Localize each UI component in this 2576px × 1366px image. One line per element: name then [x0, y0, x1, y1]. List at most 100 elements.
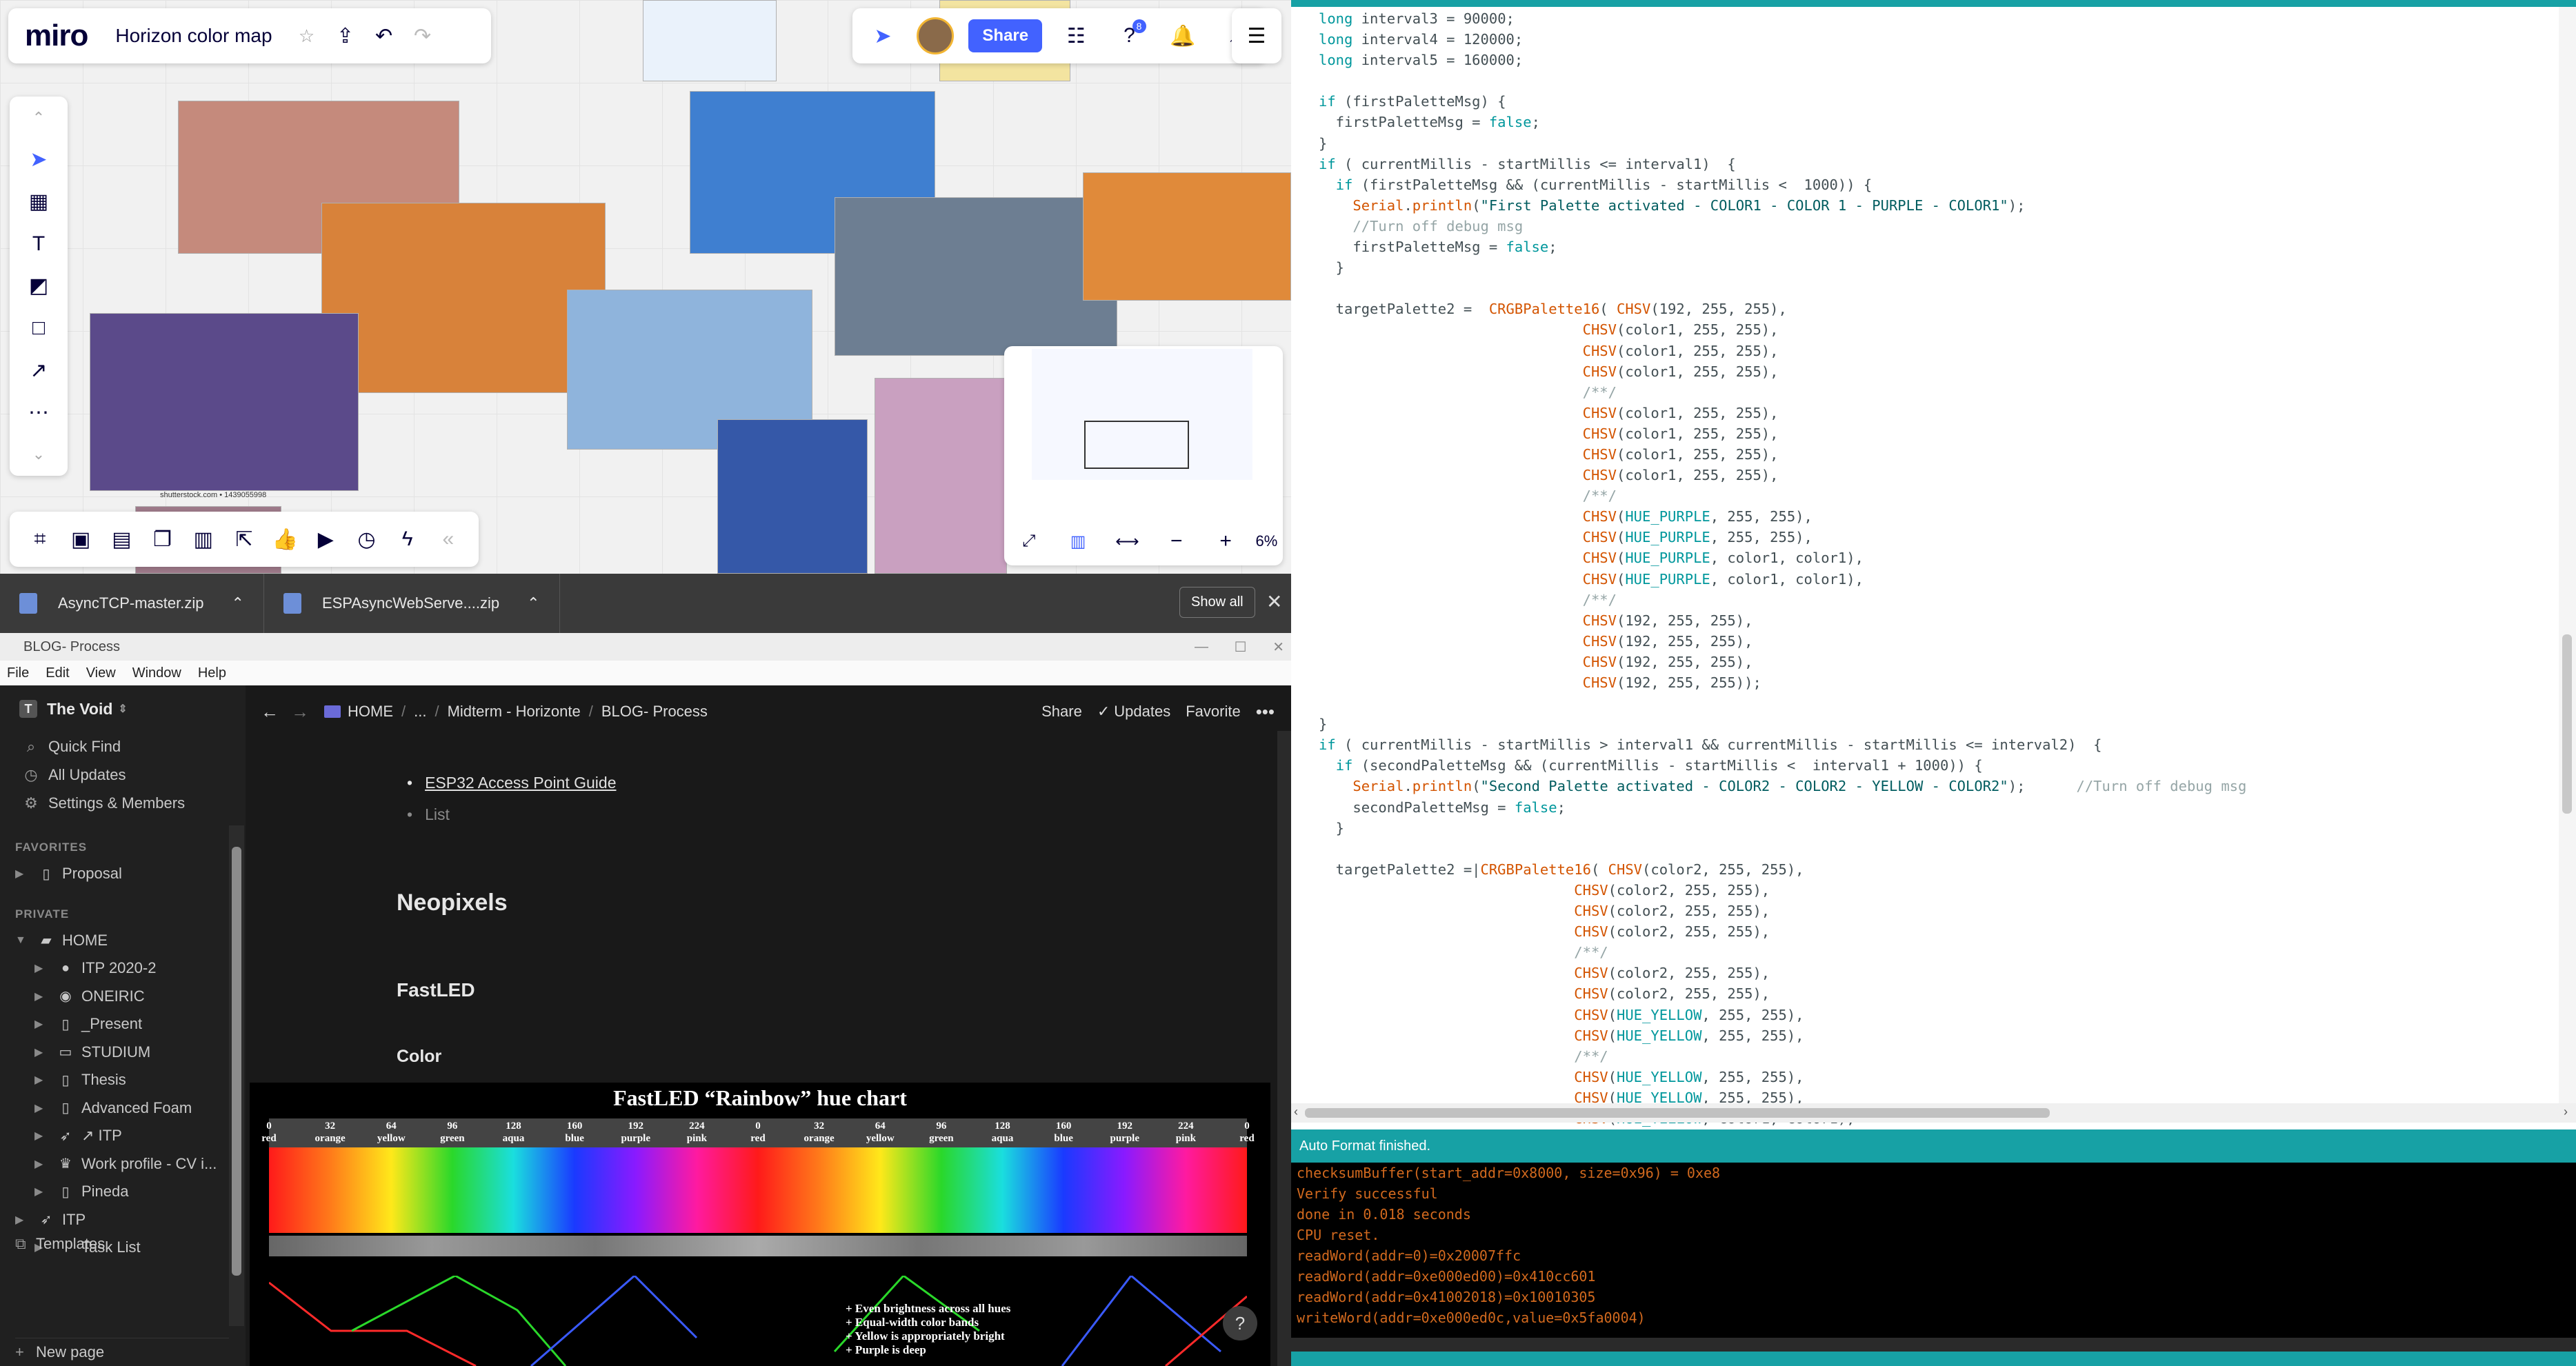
presentation-icon[interactable]: ▣	[61, 520, 100, 559]
cards-icon[interactable]: ❐	[143, 520, 182, 559]
favorite-button[interactable]: Favorite	[1186, 703, 1240, 721]
chevron-up-icon[interactable]: ⌃	[527, 594, 539, 612]
bell-icon[interactable]: 🔔	[1164, 17, 1202, 55]
collapse-up-icon[interactable]: ⌃	[19, 99, 58, 137]
breadcrumb-item[interactable]: BLOG- Process	[601, 703, 708, 721]
thumbs-up-icon[interactable]: 👍	[266, 520, 304, 559]
console-scrollbar[interactable]	[1291, 1338, 2576, 1352]
video-icon[interactable]: ▶	[306, 520, 345, 559]
sidebar-item-present[interactable]: ▶ ▯ _Present	[0, 1010, 246, 1038]
zoom-out-icon[interactable]: −	[1157, 522, 1196, 561]
comment-icon[interactable]: ▤	[102, 520, 141, 559]
board-image[interactable]	[835, 197, 1117, 356]
expand-arrow-icon[interactable]: ▶	[34, 990, 55, 1003]
breadcrumb-item[interactable]: HOME	[348, 703, 393, 721]
expand-arrow-icon[interactable]: ▶	[34, 1157, 55, 1171]
lightning-icon[interactable]: ϟ	[388, 520, 427, 559]
menu-file[interactable]: File	[7, 665, 29, 681]
sidebar-item-proposal[interactable]: ▶ ▯ Proposal	[0, 860, 246, 888]
updates-button[interactable]: Updates	[1114, 703, 1170, 721]
expand-arrow-icon[interactable]: ▶	[34, 1073, 55, 1087]
menu-view[interactable]: View	[86, 665, 116, 681]
download-item[interactable]: AsyncTCP-master.zip ⌃	[0, 574, 264, 633]
kanban-icon[interactable]: ▥	[184, 520, 223, 559]
sidebar-settings[interactable]: ⚙ Settings & Members	[0, 789, 246, 817]
sidebar-item-itp-2020-2[interactable]: ▶ ● ITP 2020-2	[0, 954, 246, 983]
board-image[interactable]	[875, 378, 1007, 574]
menu-help[interactable]: Help	[198, 665, 226, 681]
show-all-downloads-button[interactable]: Show all	[1179, 587, 1255, 618]
menu-edit[interactable]: Edit	[46, 665, 69, 681]
sidebar-item-itp[interactable]: ▶ ➶ ITP	[0, 1206, 246, 1234]
board-image[interactable]	[717, 419, 868, 574]
expand-arrow-icon[interactable]: ▼	[15, 934, 36, 947]
minimize-icon[interactable]: —	[1195, 639, 1208, 655]
sidebar-item-advanced-foam[interactable]: ▶ ▯ Advanced Foam	[0, 1094, 246, 1123]
menu-window[interactable]: Window	[132, 665, 181, 681]
list-placeholder[interactable]: List	[425, 805, 450, 824]
download-item[interactable]: ESPAsyncWebServe....zip ⌃	[264, 574, 560, 633]
console-output[interactable]: checksumBuffer(start_addr=0x8000, size=0…	[1291, 1163, 2576, 1356]
undo-icon[interactable]: ↶	[365, 17, 403, 55]
board-name[interactable]: Horizon color map	[115, 25, 272, 47]
board-table-image[interactable]	[643, 0, 777, 81]
page-scrollbar[interactable]	[1277, 731, 1291, 1366]
sidebar-quick-find[interactable]: ⌕ Quick Find	[0, 732, 246, 761]
heading-color[interactable]: Color	[397, 1047, 441, 1067]
expand-arrow-icon[interactable]: ▶	[15, 1213, 36, 1227]
share-button[interactable]: Share	[968, 19, 1043, 52]
map-icon[interactable]: ▥	[1059, 522, 1097, 561]
collapse-down-icon[interactable]: ⌄	[19, 435, 58, 474]
sidebar-item-itp[interactable]: ▶ ➶ ↗ ITP	[0, 1122, 246, 1150]
sidebar-all-updates[interactable]: ◷ All Updates	[0, 761, 246, 789]
maximize-icon[interactable]: ☐	[1235, 639, 1247, 656]
fit-width-icon[interactable]: ⟷	[1108, 522, 1146, 561]
breadcrumb-item[interactable]: Midterm - Horizonte	[448, 703, 581, 721]
editor-vertical-scrollbar-thumb[interactable]	[2562, 634, 2572, 814]
sidebar-item-studium[interactable]: ▶ ▭ STUDIUM	[0, 1038, 246, 1067]
expand-arrow-icon[interactable]: ▶	[15, 867, 36, 881]
scroll-right-icon[interactable]: ›	[2564, 1105, 2568, 1119]
editor-vertical-scrollbar[interactable]	[2559, 7, 2576, 1103]
board-minimap[interactable]: ⤢ ▥ ⟷ − + 6%	[1004, 346, 1283, 565]
heading-fastled[interactable]: FastLED	[397, 979, 475, 1001]
back-arrow-icon[interactable]: ←	[261, 701, 279, 723]
sidebar-item-work-profile-cv-i[interactable]: ▶ ♛ Work profile - CV i...	[0, 1150, 246, 1178]
export-icon[interactable]: ⇪	[326, 17, 365, 55]
board-image[interactable]	[90, 313, 359, 491]
star-icon[interactable]: ☆	[288, 17, 326, 55]
frames-icon[interactable]: ⌗	[21, 520, 59, 559]
select-cursor-icon[interactable]: ➤	[19, 141, 58, 179]
zoom-level[interactable]: 6%	[1255, 532, 1277, 550]
fullscreen-icon[interactable]: ⤢	[1010, 522, 1048, 561]
sticky-note-icon[interactable]: ◩	[19, 267, 58, 305]
help-icon[interactable]: ? 8	[1110, 17, 1149, 55]
notes-panel-button[interactable]: ☰	[1232, 8, 1281, 63]
close-window-icon[interactable]: ✕	[1272, 639, 1284, 656]
expand-arrow-icon[interactable]: ▶	[34, 1045, 55, 1059]
pen-icon[interactable]: ↗	[19, 351, 58, 390]
shape-icon[interactable]: □	[19, 309, 58, 348]
expand-arrow-icon[interactable]: ▶	[34, 1017, 55, 1031]
heading-neopixels[interactable]: Neopixels	[397, 890, 508, 916]
more-tools-icon[interactable]: ⋯	[19, 393, 58, 432]
editor-horizontal-scrollbar-thumb[interactable]	[1305, 1108, 2050, 1118]
expand-arrow-icon[interactable]: ▶	[34, 1185, 55, 1198]
timer-icon[interactable]: ◷	[348, 520, 386, 559]
forward-arrow-icon[interactable]: →	[291, 701, 309, 723]
miro-logo[interactable]: miro	[25, 19, 88, 53]
help-button[interactable]: ?	[1223, 1306, 1257, 1340]
frame-template-icon[interactable]: ▦	[19, 183, 58, 221]
chevron-up-icon[interactable]: ⌃	[232, 594, 244, 612]
board-image[interactable]	[1083, 172, 1291, 301]
workspace-switcher[interactable]: T The Void ⇕	[0, 685, 246, 732]
expand-arrow-icon[interactable]: ▶	[34, 1101, 55, 1115]
close-icon[interactable]: ✕	[1266, 590, 1282, 613]
settings-sliders-icon[interactable]: ☷	[1057, 17, 1095, 55]
more-options-icon[interactable]: •••	[1256, 701, 1275, 723]
sidebar-item-thesis[interactable]: ▶ ▯ Thesis	[0, 1066, 246, 1094]
cursor-follow-icon[interactable]: ➤	[863, 17, 902, 55]
minimap-viewport[interactable]	[1084, 421, 1189, 469]
breadcrumb-item[interactable]: ...	[414, 703, 426, 721]
code-editor[interactable]: long interval3 = 90000; long interval4 = …	[1319, 8, 2546, 1127]
